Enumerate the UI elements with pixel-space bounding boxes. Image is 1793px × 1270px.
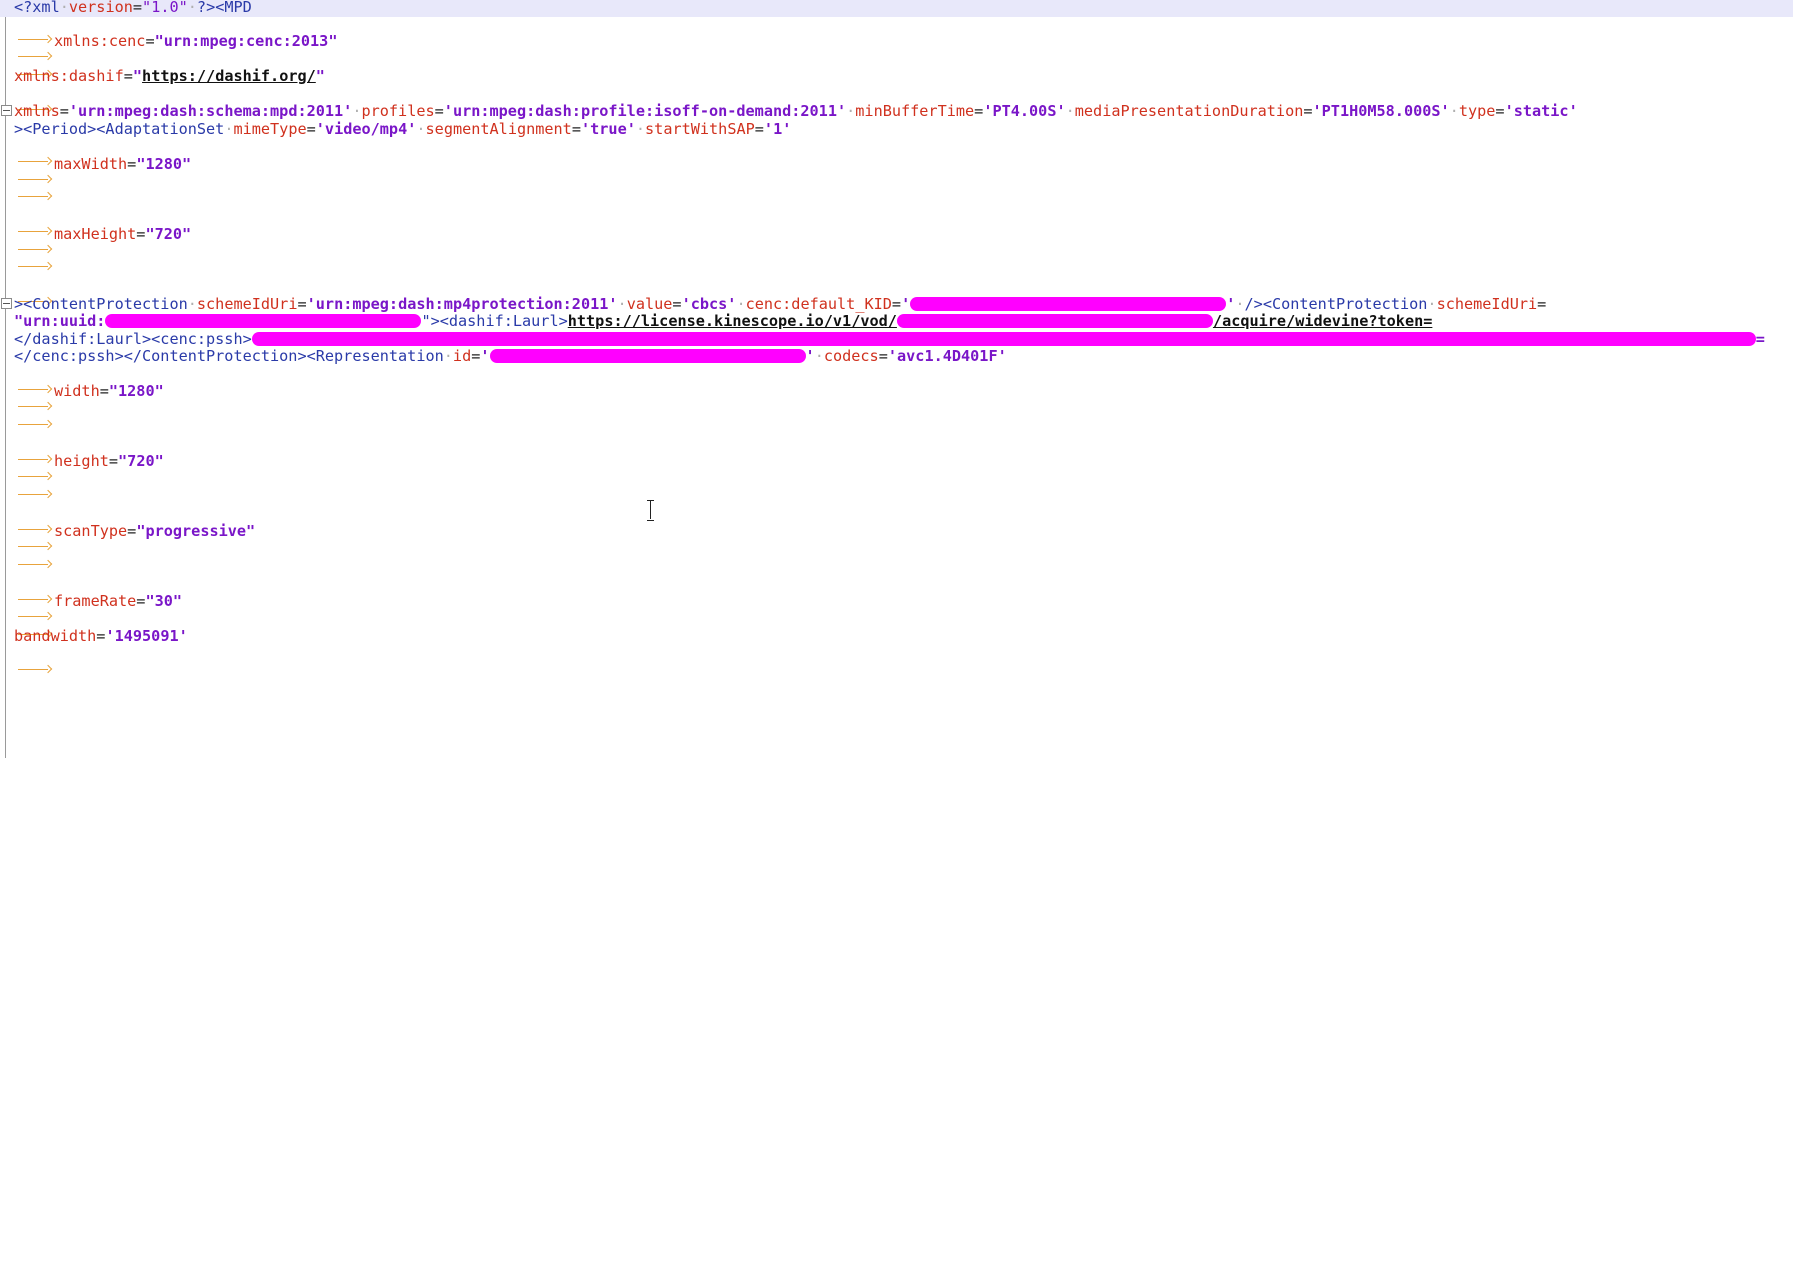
quote: ' [805, 347, 815, 365]
redaction-mark [910, 296, 1227, 311]
start-with-sap-attr: startWithSAP [645, 120, 755, 138]
xmlns-attr: xmlns [14, 102, 60, 120]
max-height-value: "720" [145, 225, 192, 243]
laurl-open-tag: "><dashif:Laurl> [421, 312, 568, 330]
code-line-blank[interactable] [14, 136, 54, 162]
license-url-link[interactable]: https://license.kinescope.io/v1/vod/ [568, 312, 897, 330]
code-line-blank[interactable] [14, 539, 54, 565]
min-buffer-value: 'PT4.00S' [983, 102, 1066, 120]
redaction-mark [896, 313, 1213, 328]
code-line-xmlns-cenc[interactable]: xmlns:cenc="urn:mpeg:cenc:2013" [14, 31, 338, 57]
code-editor[interactable]: <?xml·version="1.0"·?><MPD xmlns:cenc="u… [0, 0, 1793, 760]
width-attr: width [54, 382, 100, 400]
code-line-period[interactable]: ><Period><AdaptationSet·mimeType='video/… [14, 119, 791, 139]
code-line-blank[interactable] [14, 399, 54, 425]
code-line-height[interactable]: height="720" [14, 451, 164, 477]
profiles-value: 'urn:mpeg:dash:profile:isoff-on-demand:2… [443, 102, 847, 120]
xmlns-value: 'urn:mpeg:dash:schema:mpd:2011' [68, 102, 353, 120]
segment-alignment-value: 'true' [581, 120, 636, 138]
frame-rate-value: "30" [145, 592, 183, 610]
code-line-blank[interactable] [14, 644, 54, 670]
fold-marker-icon[interactable] [1, 105, 12, 116]
duration-attr: mediaPresentationDuration [1074, 102, 1304, 120]
code-line-uuid[interactable]: "urn:uuid: "><dashif:Laurl>https://licens… [14, 311, 1432, 331]
scan-type-value: "progressive" [136, 522, 256, 540]
representation-tags: </cenc:pssh></ContentProtection><Represe… [14, 347, 444, 365]
quote: " [132, 67, 143, 85]
fold-marker-icon[interactable] [1, 298, 12, 309]
bandwidth-value: '1495091' [105, 627, 188, 645]
bandwidth-attr: bandwidth [14, 627, 97, 645]
code-line-xml-declaration[interactable]: <?xml·version="1.0"·?><MPD [0, 0, 1793, 17]
codecs-attr: codecs [823, 347, 879, 365]
segment-alignment-attr: segmentAlignment [425, 120, 572, 138]
codecs-value: 'avc1.4D401F' [887, 347, 1007, 365]
max-height-attr: maxHeight [54, 225, 137, 243]
type-attr: type [1458, 102, 1496, 120]
profiles-attr: profiles [361, 102, 435, 120]
text-cursor-icon [644, 499, 658, 523]
mpd-open-tag: <MPD [215, 0, 252, 16]
code-line-frame-rate[interactable]: frameRate="30" [14, 591, 183, 617]
code-line-blank[interactable] [14, 276, 54, 302]
quote: ' [480, 347, 490, 365]
redaction-mark [251, 331, 1756, 346]
pssh-end: = [1755, 330, 1765, 348]
xmlns-dashif-attr: xmlns:dashif [14, 67, 124, 85]
redaction-mark [105, 313, 422, 328]
code-line-mpd-attributes[interactable]: xmlns='urn:mpeg:dash:schema:mpd:2011'·pr… [14, 101, 1578, 121]
code-line-xmlns-dashif[interactable]: xmlns:dashif="https://dashif.org/" [14, 66, 325, 86]
quote: " [315, 67, 325, 85]
code-line-scan-type[interactable]: scanType="progressive" [14, 521, 256, 547]
xmlns-cenc-attr: xmlns:cenc [54, 32, 146, 50]
height-attr: height [54, 452, 109, 470]
code-line-blank[interactable] [14, 241, 54, 267]
frame-rate-attr: frameRate [54, 592, 137, 610]
height-value: "720" [118, 452, 164, 470]
code-line-representation[interactable]: </cenc:pssh></ContentProtection><Represe… [14, 346, 1007, 366]
redaction-mark [489, 348, 806, 363]
duration-value: 'PT1H0M58.000S' [1312, 102, 1450, 120]
uuid-prefix: "urn:uuid: [14, 312, 106, 330]
id-attr: id [452, 347, 472, 365]
dashif-url-link[interactable]: https://dashif.org/ [142, 67, 316, 85]
mime-type-attr: mimeType [233, 120, 307, 138]
max-width-attr: maxWidth [54, 155, 128, 173]
code-line-width[interactable]: width="1280" [14, 381, 164, 407]
code-line-blank[interactable] [14, 206, 54, 232]
start-with-sap-value: '1' [763, 120, 792, 138]
code-line-blank[interactable] [14, 171, 54, 197]
version-attr: version [68, 0, 133, 16]
xml-decl-close: ?> [196, 0, 216, 16]
license-url-suffix-link[interactable]: /acquire/widevine?token= [1213, 312, 1432, 330]
width-value: "1280" [108, 382, 164, 400]
min-buffer-attr: minBufferTime [855, 102, 975, 120]
xmlns-cenc-value: "urn:mpeg:cenc:2013" [154, 32, 338, 50]
scan-type-attr: scanType [54, 522, 128, 540]
max-width-value: "1280" [136, 155, 192, 173]
code-line-bandwidth[interactable]: bandwidth='1495091' [14, 626, 188, 646]
scheme-id-attr-2: schemeIdUri [1436, 295, 1538, 313]
version-value: "1.0" [142, 0, 188, 16]
mime-type-value: 'video/mp4' [315, 120, 417, 138]
type-value: 'static' [1504, 102, 1578, 120]
code-line-blank[interactable] [14, 469, 54, 495]
